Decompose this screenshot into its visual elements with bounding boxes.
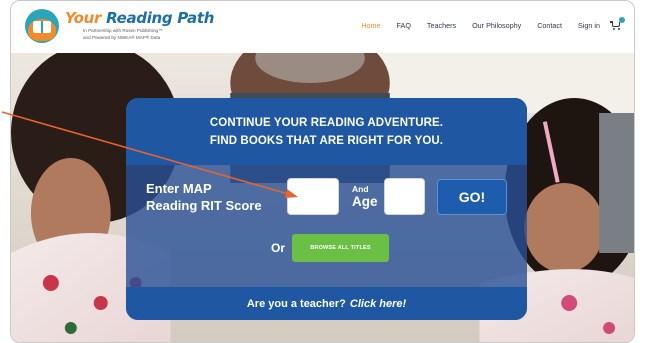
logo-title: Your Reading Path	[65, 9, 214, 27]
cart-badge	[619, 17, 625, 23]
browse-all-titles-button[interactable]: BROWSE ALL TITLES	[292, 234, 389, 262]
nav-contact[interactable]: Contact	[537, 21, 562, 30]
logo-subtitle-2: and Powered by NWEA® MAP® Data	[83, 34, 161, 40]
age-label-group: And Age	[352, 184, 378, 210]
nav-our-philosophy[interactable]: Our Philosophy	[472, 21, 521, 30]
go-button[interactable]: GO!	[437, 179, 507, 215]
nav-faq[interactable]: FAQ	[397, 21, 411, 30]
book-finder-card: CONTINUE YOUR READING ADVENTURE. FIND BO…	[126, 98, 527, 320]
site-logo[interactable]: Your Reading Path In Partnership with Ro…	[25, 9, 214, 43]
nav-sign-in[interactable]: Sign in	[578, 21, 600, 30]
teacher-link-bar[interactable]: Are you a teacher? Click here!	[126, 287, 527, 320]
nav-home[interactable]: Home	[361, 21, 380, 30]
card-heading-line1: CONTINUE YOUR READING ADVENTURE.	[209, 116, 444, 129]
teacher-click-here-link[interactable]: Click here!	[350, 298, 406, 310]
age-input[interactable]	[384, 178, 425, 215]
site-header: Your Reading Path In Partnership with Ro…	[11, 1, 634, 53]
logo-subtitle-1: In Partnership with Rosen Publishing™	[83, 28, 163, 33]
card-header: CONTINUE YOUR READING ADVENTURE. FIND BO…	[126, 98, 527, 165]
cart-icon[interactable]	[610, 17, 625, 30]
rit-score-input[interactable]	[287, 178, 339, 215]
logo-book-icon	[25, 9, 59, 43]
logo-title-your: Your	[65, 9, 102, 27]
or-label: Or	[271, 241, 286, 255]
card-heading-line2: FIND BOOKS THAT ARE RIGHT FOR YOU.	[209, 134, 444, 147]
and-label: And	[352, 184, 369, 194]
main-nav: Home FAQ Teachers Our Philosophy Contact…	[345, 17, 625, 30]
browser-frame: Your Reading Path In Partnership with Ro…	[10, 0, 635, 343]
nav-teachers[interactable]: Teachers	[427, 21, 456, 30]
logo-text: Your Reading Path In Partnership with Ro…	[65, 9, 214, 40]
age-label: Age	[352, 194, 378, 209]
logo-title-rest: Reading Path	[106, 9, 215, 27]
rit-score-label: Enter MAP Reading RIT Score	[146, 181, 262, 213]
hero-section: CONTINUE YOUR READING ADVENTURE. FIND BO…	[11, 53, 634, 342]
teacher-question: Are you a teacher?	[246, 297, 346, 310]
